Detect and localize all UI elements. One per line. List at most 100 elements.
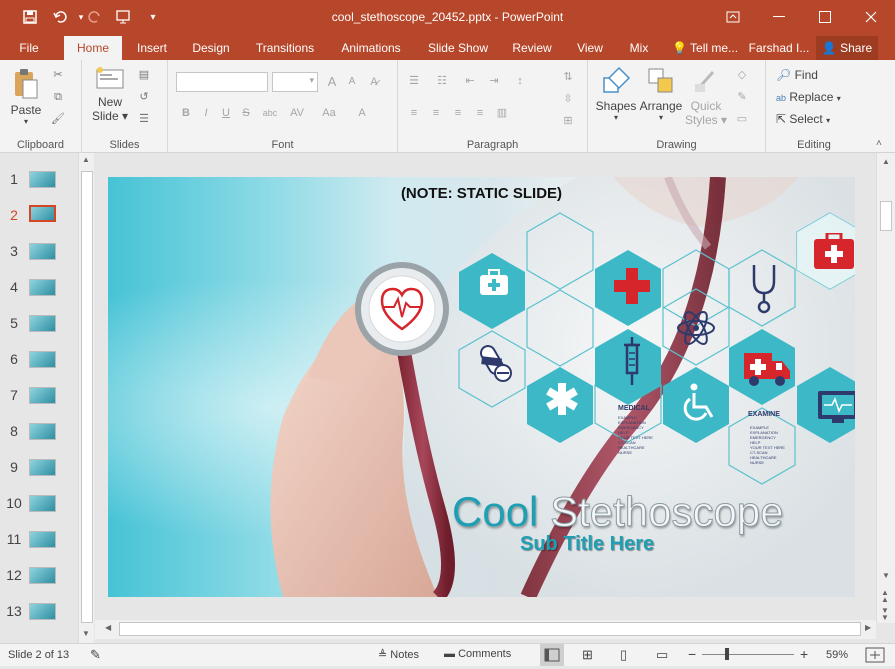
tab-view[interactable]: View xyxy=(568,36,612,60)
align-text-icon[interactable]: ⇳ xyxy=(560,92,576,106)
tab-review[interactable]: Review xyxy=(504,36,560,60)
slide-thumbnail[interactable] xyxy=(29,205,56,222)
decrease-indent-icon[interactable]: ⇤ xyxy=(462,74,478,88)
shapes-button[interactable]: Shapes ▾ xyxy=(594,66,638,122)
slide-sorter-icon[interactable]: ⊞ xyxy=(582,647,593,663)
bold-button[interactable]: B xyxy=(178,106,194,120)
copy-icon[interactable]: ⧉ xyxy=(50,90,66,104)
static-slide-note[interactable]: (NOTE: STATIC SLIDE) xyxy=(108,185,855,202)
scroll-right-icon[interactable]: ▶ xyxy=(865,623,871,632)
reset-icon[interactable]: ↺ xyxy=(136,90,152,104)
examine-heading[interactable]: EXAMINE xyxy=(748,411,780,418)
tab-file[interactable]: File xyxy=(8,36,50,60)
comments-button[interactable]: ▬ Comments xyxy=(444,648,511,660)
minimize-icon[interactable] xyxy=(764,6,794,28)
tab-design[interactable]: Design xyxy=(184,36,238,60)
slide-thumbnail[interactable] xyxy=(29,315,56,332)
scroll-up-icon[interactable]: ▲ xyxy=(882,157,890,166)
increase-font-icon[interactable]: A xyxy=(324,75,340,89)
shadow-button[interactable]: abc xyxy=(258,106,282,120)
reading-view-icon[interactable]: ▯ xyxy=(620,647,627,663)
paste-button[interactable]: Paste ▾ xyxy=(6,68,46,126)
slide-canvas[interactable]: (NOTE: STATIC SLIDE) MEDICAL EXAMPLE EXP… xyxy=(108,177,855,597)
slide-thumbnail[interactable] xyxy=(29,387,56,404)
find-button[interactable]: 🔎︎ Find xyxy=(776,68,856,86)
bullets-icon[interactable]: ☰ xyxy=(406,74,422,88)
collapse-ribbon-icon[interactable]: ˄ xyxy=(876,138,882,149)
medical-text-block[interactable]: EXAMPLE EXPLANATION EMERGENCY HELP YOUR … xyxy=(618,415,653,455)
tab-insert[interactable]: Insert xyxy=(128,36,176,60)
vertical-scroll-thumb[interactable] xyxy=(880,201,892,231)
numbering-icon[interactable]: ☷ xyxy=(434,74,450,88)
format-painter-icon[interactable]: 🖌 xyxy=(50,112,66,126)
shape-outline-icon[interactable]: ✎ xyxy=(734,90,750,104)
font-name-input[interactable] xyxy=(176,72,268,92)
next-slide-icon[interactable]: ▼ ▼ xyxy=(881,607,889,622)
horizontal-scroll-thumb[interactable] xyxy=(119,622,861,636)
scroll-down-icon[interactable]: ▼ xyxy=(82,629,90,638)
zoom-slider[interactable] xyxy=(702,648,794,660)
increase-indent-icon[interactable]: ⇥ xyxy=(486,74,502,88)
char-spacing-button[interactable]: AV xyxy=(286,106,308,120)
maximize-icon[interactable] xyxy=(810,6,840,28)
arrange-button[interactable]: Arrange ▾ xyxy=(638,66,684,122)
replace-button[interactable]: ab Replace ▾ xyxy=(776,90,860,108)
slide-thumbnail[interactable] xyxy=(29,171,56,188)
underline-button[interactable]: U xyxy=(218,106,234,120)
slide-subtitle[interactable]: Sub Title Here xyxy=(520,533,654,556)
line-spacing-icon[interactable]: ↕ xyxy=(512,74,528,88)
scroll-down-icon[interactable]: ▼ xyxy=(882,571,890,580)
layout-icon[interactable]: ▤ xyxy=(136,68,152,82)
new-slide-button[interactable]: New Slide ▾ xyxy=(90,66,130,123)
fit-slide-button[interactable] xyxy=(862,645,888,665)
shape-fill-icon[interactable]: ◇ xyxy=(734,68,750,82)
slide-thumbnail[interactable] xyxy=(29,459,56,476)
scroll-up-icon[interactable]: ▲ xyxy=(82,155,90,164)
slide-thumbnail[interactable] xyxy=(29,279,56,296)
change-case-button[interactable]: Aa xyxy=(318,106,340,120)
strikethrough-button[interactable]: S xyxy=(238,106,254,120)
justify-icon[interactable]: ≡ xyxy=(472,106,488,120)
slide-show-icon[interactable]: ▭ xyxy=(656,647,668,663)
select-button[interactable]: ⇱ Select ▾ xyxy=(776,112,860,130)
tab-animations[interactable]: Animations xyxy=(332,36,410,60)
align-right-icon[interactable]: ≡ xyxy=(450,106,466,120)
slide-title[interactable]: Cool Stethoscope xyxy=(452,488,784,535)
cut-icon[interactable]: ✂ xyxy=(50,68,66,82)
spell-check-icon[interactable]: ✎ xyxy=(90,647,101,663)
user-name[interactable]: Farshad I... xyxy=(748,36,810,60)
text-direction-icon[interactable]: ⇅ xyxy=(560,70,576,84)
share-button[interactable]: 👤 Share xyxy=(816,36,878,60)
medical-heading[interactable]: MEDICAL xyxy=(618,405,650,412)
zoom-out-button[interactable]: − xyxy=(688,646,696,662)
examine-text-block[interactable]: EXAMPLE EXPLANATION EMERGENCY HELP YOUR … xyxy=(750,425,785,465)
font-size-input[interactable]: ▾ xyxy=(272,72,318,92)
slide-thumbnail[interactable] xyxy=(29,603,56,620)
decrease-font-icon[interactable]: A xyxy=(344,75,360,89)
notes-button[interactable]: ≜ Notes xyxy=(378,648,419,661)
ribbon-display-options-icon[interactable] xyxy=(718,6,748,28)
tell-me-box[interactable]: 💡 Tell me... xyxy=(668,36,742,60)
close-icon[interactable] xyxy=(856,6,886,28)
quick-styles-button[interactable]: Quick Styles ▾ xyxy=(684,66,728,127)
thumbnail-scroll-thumb[interactable] xyxy=(81,171,93,623)
tab-mix[interactable]: Mix xyxy=(620,36,658,60)
tab-transitions[interactable]: Transitions xyxy=(248,36,322,60)
slide-thumbnail[interactable] xyxy=(29,495,56,512)
smartart-icon[interactable]: ⊞ xyxy=(560,114,576,128)
zoom-in-button[interactable]: + xyxy=(800,646,808,662)
italic-button[interactable]: I xyxy=(198,106,214,120)
section-icon[interactable]: ☰ xyxy=(136,112,152,126)
slide-thumbnail[interactable] xyxy=(29,423,56,440)
clear-formatting-icon[interactable]: A̷ xyxy=(366,75,382,89)
previous-slide-icon[interactable]: ▲ ▲ xyxy=(881,589,889,604)
normal-view-button[interactable] xyxy=(540,644,564,666)
align-center-icon[interactable]: ≡ xyxy=(428,106,444,120)
slide-horizontal-scrollbar[interactable]: ◀ ▶ xyxy=(95,620,876,639)
slide-thumbnail[interactable] xyxy=(29,531,56,548)
shape-effects-icon[interactable]: ▭ xyxy=(734,112,750,126)
scroll-left-icon[interactable]: ◀ xyxy=(105,623,111,632)
tab-slide-show[interactable]: Slide Show xyxy=(420,36,496,60)
align-left-icon[interactable]: ≡ xyxy=(406,106,422,120)
slide-thumbnail[interactable] xyxy=(29,351,56,368)
